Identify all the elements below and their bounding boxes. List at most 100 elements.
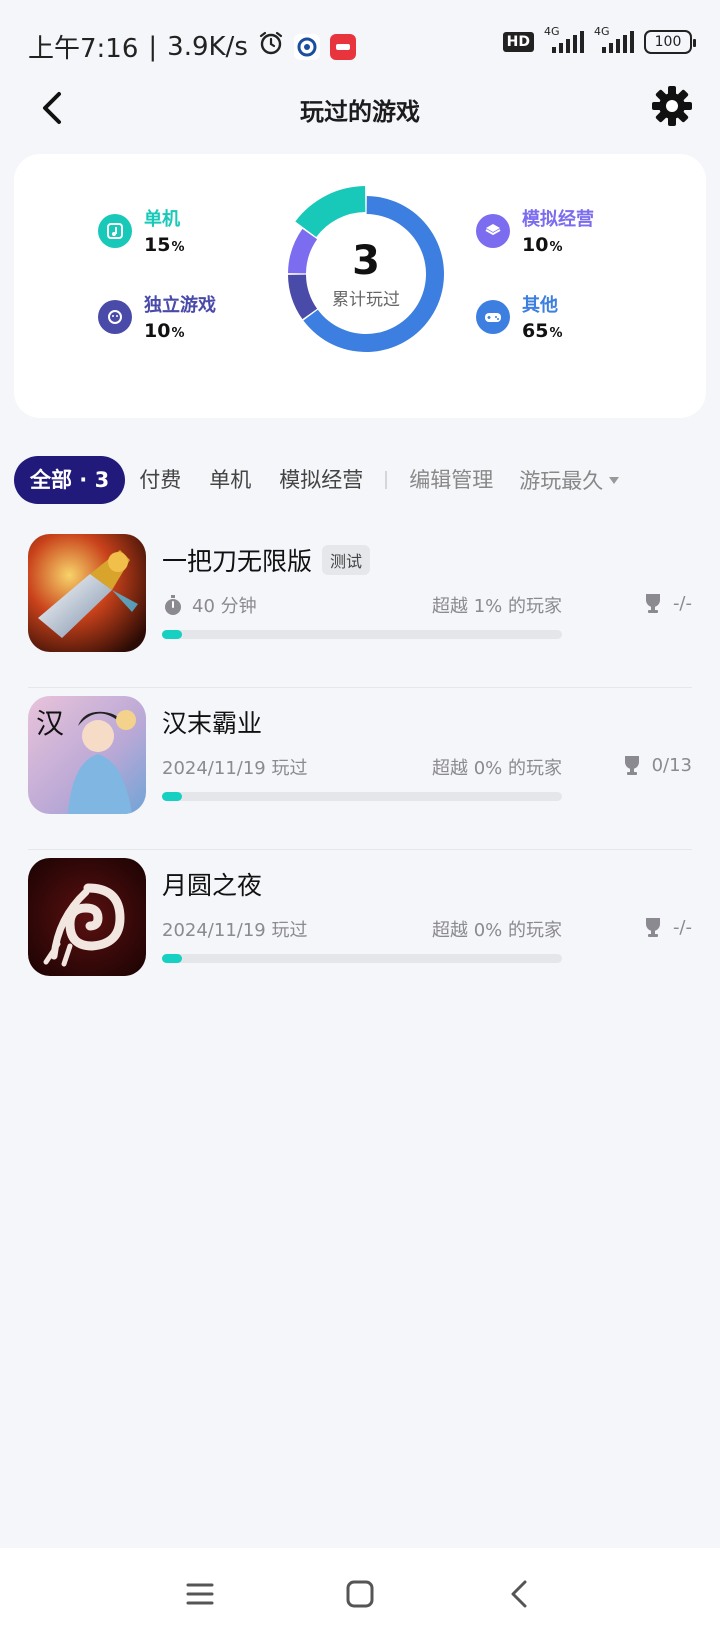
category-other[interactable]: 其他 65%: [476, 294, 562, 347]
game-title: 月圆之夜: [162, 866, 262, 902]
achievement-count: -/-: [672, 592, 692, 614]
battery-icon: 100: [644, 30, 696, 54]
donut-center: 3 累计玩过: [276, 184, 456, 364]
total-played-label: 累计玩过: [332, 289, 400, 310]
category-single-percent: 15: [144, 234, 171, 256]
status-right: HD 4G 4G 100: [502, 25, 696, 54]
tab-sim[interactable]: 模拟经营: [265, 456, 377, 504]
play-time-text: 40 分钟: [192, 596, 257, 617]
play-time: 40 分钟: [162, 592, 257, 618]
trophy-icon: [645, 594, 660, 613]
progress-bar: [162, 630, 562, 639]
signal-icon-2: 4G: [594, 25, 634, 53]
game-icon-yueyuan: [28, 858, 146, 976]
trophy-icon: [645, 918, 660, 937]
category-indie-name: 独立游戏: [144, 295, 216, 316]
list-item[interactable]: 一把刀无限版 测试 40 分钟 超越 1% 的玩家 -/-: [28, 526, 692, 688]
last-played-text: 2024/11/19 玩过: [162, 920, 308, 941]
signal-icon: 4G: [544, 25, 584, 53]
achievement-count: 0/13: [651, 754, 692, 776]
back-icon: [511, 1580, 527, 1608]
progress-bar: [162, 954, 562, 963]
category-indie-percent: 10: [144, 320, 171, 342]
gamepad-icon: [476, 300, 510, 334]
hd-badge: HD: [502, 32, 534, 52]
list-item[interactable]: 汉 汉末霸业 2024/11/19 玩过 超越 0% 的玩家 0/13: [28, 688, 692, 850]
player-rank: 超越 1% 的玩家: [432, 596, 562, 617]
network-speed: 3.9K/s: [167, 31, 248, 62]
game-icon-hanmo: 汉: [28, 696, 146, 814]
status-time: 上午7:16: [28, 34, 139, 64]
status-left: 上午7:16 | 3.9K/s: [28, 28, 356, 65]
cube-icon: [476, 214, 510, 248]
music-note-icon: [98, 214, 132, 248]
progress-fill: [162, 792, 182, 801]
tab-divider: [385, 471, 388, 489]
achievements: -/-: [643, 592, 692, 614]
home-button[interactable]: [338, 1572, 382, 1616]
status-bar: 上午7:16 | 3.9K/s HD 4G 4G 100: [0, 0, 720, 90]
edit-manage-button[interactable]: 编辑管理: [395, 456, 507, 504]
tab-paid[interactable]: 付费: [125, 456, 195, 504]
category-single[interactable]: 单机 15%: [98, 208, 184, 261]
red-app-notification-icon: [329, 33, 356, 60]
smiley-bubble-icon: [98, 300, 132, 334]
category-single-name: 单机: [144, 209, 180, 230]
stopwatch-icon: [165, 595, 181, 615]
header: 玩过的游戏: [0, 80, 720, 140]
stats-card: 单机 15% 独立游戏 10% 模拟经营 10% 其他 65% 3 累计玩过: [14, 154, 706, 418]
progress-fill: [162, 954, 182, 963]
percent-unit: %: [171, 326, 185, 341]
list-item[interactable]: 月圆之夜 2024/11/19 玩过 超越 0% 的玩家 -/-: [28, 850, 692, 1012]
last-played-text: 2024/11/19 玩过: [162, 758, 308, 779]
percent-unit: %: [549, 240, 563, 255]
game-name: 一把刀无限版: [162, 547, 313, 576]
category-indie[interactable]: 独立游戏 10%: [98, 294, 216, 347]
progress-fill: [162, 630, 182, 639]
percent-unit: %: [549, 326, 563, 341]
game-list: 一把刀无限版 测试 40 分钟 超越 1% 的玩家 -/- 汉 汉末霸业 202…: [28, 526, 692, 1012]
game-meta: 2024/11/19 玩过 超越 0% 的玩家 -/-: [162, 916, 692, 942]
network-type-label-2: 4G: [594, 25, 610, 38]
app-notification-icon: [293, 33, 320, 60]
page-title: 玩过的游戏: [300, 98, 420, 126]
gear-icon: [652, 86, 692, 126]
last-played: 2024/11/19 玩过: [162, 916, 307, 942]
tab-single[interactable]: 单机: [195, 456, 265, 504]
chevron-down-icon: [609, 476, 620, 484]
filter-tabs: 全部 · 3 付费 单机 模拟经营 编辑管理 游玩最久: [14, 456, 720, 504]
square-icon: [346, 1580, 374, 1608]
trophy-icon: [624, 756, 639, 775]
system-nav-bar: [0, 1548, 720, 1640]
last-played: 2024/11/19 玩过: [162, 754, 307, 780]
game-title: 一把刀无限版 测试: [162, 542, 371, 578]
game-meta: 40 分钟 超越 1% 的玩家 -/-: [162, 592, 692, 618]
category-sim[interactable]: 模拟经营 10%: [476, 208, 594, 261]
achievements: -/-: [643, 916, 692, 938]
game-name: 月圆之夜: [162, 871, 263, 900]
test-badge: 测试: [322, 545, 371, 575]
tab-all[interactable]: 全部 · 3: [14, 456, 126, 504]
status-separator: |: [148, 31, 158, 62]
recent-apps-button[interactable]: [178, 1572, 222, 1616]
battery-level: 100: [654, 34, 682, 50]
sort-dropdown[interactable]: 游玩最久: [519, 465, 620, 495]
achievement-count: -/-: [672, 916, 692, 938]
percent-unit: %: [171, 240, 185, 255]
sort-label: 游玩最久: [519, 469, 604, 493]
game-icon-character: 汉: [36, 707, 65, 740]
total-played-count: 3: [352, 237, 380, 284]
menu-icon: [186, 1583, 214, 1605]
category-other-name: 其他: [522, 295, 558, 316]
game-icon-yibadao: [28, 534, 146, 652]
category-sim-name: 模拟经营: [522, 209, 594, 230]
game-name: 汉末霸业: [162, 709, 263, 738]
player-rank: 超越 0% 的玩家: [432, 758, 562, 779]
category-sim-percent: 10: [522, 234, 549, 256]
alarm-icon: [258, 30, 284, 63]
nav-back-button[interactable]: [498, 1572, 542, 1616]
category-other-percent: 65: [522, 320, 549, 342]
achievements: 0/13: [622, 754, 692, 776]
game-meta: 2024/11/19 玩过 超越 0% 的玩家 0/13: [162, 754, 692, 780]
settings-button[interactable]: [650, 84, 694, 128]
